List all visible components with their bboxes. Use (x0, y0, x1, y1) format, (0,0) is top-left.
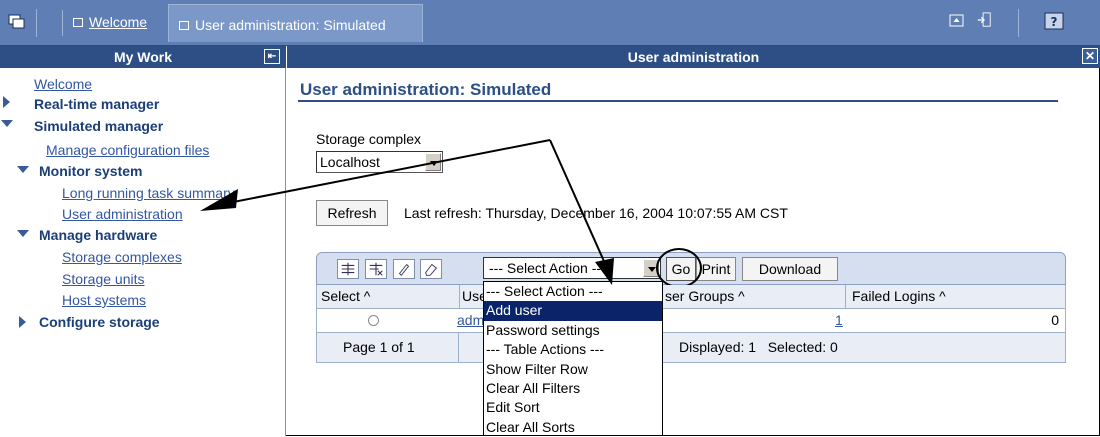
content-header-title: User administration (627, 49, 760, 65)
tab-page-icon (179, 21, 189, 30)
toolbar-divider (1018, 9, 1019, 37)
dropdown-option[interactable]: --- Select Action --- (484, 282, 662, 301)
title-divider (298, 100, 1058, 102)
column-header-user-groups[interactable]: ser Groups ^ (665, 288, 745, 304)
top-bar: Welcome User administration: Simulated ? (0, 0, 1100, 46)
table-header-row: Select ^ Use ser Groups ^ Failed Logins … (316, 285, 1066, 309)
dropdown-option-clear-all-sorts[interactable]: Clear All Sorts (484, 418, 662, 437)
nav-host-systems[interactable]: Host systems (62, 292, 146, 308)
nav-simulated-manager[interactable]: Simulated manager (34, 118, 163, 134)
storage-complex-value: Localhost (320, 154, 380, 170)
table-footer: Page 1 of 1 Displayed: 1 Selected: 0 (316, 333, 1066, 363)
tab-page-icon (73, 18, 83, 27)
collapse-arrow-icon[interactable] (17, 230, 29, 237)
close-icon[interactable]: ✕ (1082, 48, 1098, 64)
failed-logins-value: 0 (1051, 312, 1059, 328)
clear-icon[interactable] (420, 259, 442, 279)
windows-icon[interactable] (8, 14, 26, 30)
expand-arrow-icon[interactable] (19, 316, 26, 328)
nav-user-administration[interactable]: User administration (62, 206, 183, 222)
tab-welcome-label: Welcome (89, 14, 148, 30)
collapse-arrow-icon[interactable] (17, 166, 29, 173)
refresh-button[interactable]: Refresh (316, 200, 388, 226)
svg-text:?: ? (1051, 15, 1058, 29)
collapse-arrow-icon[interactable] (1, 120, 13, 127)
navigation-panel: Welcome Real-time manager Simulated mana… (0, 68, 286, 436)
nav-configure-storage[interactable]: Configure storage (39, 314, 160, 330)
expand-arrow-icon[interactable] (3, 96, 10, 108)
nav-storage-units[interactable]: Storage units (62, 271, 145, 287)
nav-welcome[interactable]: Welcome (34, 76, 92, 92)
dropdown-option-edit-sort[interactable]: Edit Sort (484, 398, 662, 417)
my-work-header: My Work ⇤ (0, 46, 286, 68)
nav-long-running-task-summary[interactable]: Long running task summary (62, 185, 235, 201)
nav-real-time-manager[interactable]: Real-time manager (34, 96, 159, 112)
tab-user-administration[interactable]: User administration: Simulated (168, 4, 423, 42)
storage-complex-select[interactable]: Localhost (316, 151, 443, 173)
user-groups-link[interactable]: 1 (835, 312, 843, 328)
nav-manage-configuration-files[interactable]: Manage configuration files (46, 142, 209, 158)
column-separator (845, 285, 846, 308)
dropdown-option[interactable]: --- Table Actions --- (484, 340, 662, 359)
page-title: User administration: Simulated (300, 80, 552, 99)
column-header-select[interactable]: Select ^ (321, 288, 370, 304)
column-header-failed-logins[interactable]: Failed Logins ^ (852, 288, 946, 304)
print-button[interactable]: Print (696, 257, 736, 281)
dropdown-option-show-filter-row[interactable]: Show Filter Row (484, 360, 662, 379)
last-refresh-text: Last refresh: Thursday, December 16, 200… (404, 205, 788, 221)
column-separator (459, 285, 460, 308)
nav-manage-hardware[interactable]: Manage hardware (39, 227, 157, 243)
dropdown-option-add-user[interactable]: Add user (484, 301, 662, 321)
row-select-radio[interactable] (368, 315, 379, 326)
select-action-dropdown[interactable]: --- Select Action --- (483, 257, 661, 279)
select-all-icon[interactable] (337, 259, 359, 279)
tab-welcome[interactable]: Welcome (62, 10, 157, 36)
chevron-down-icon[interactable] (425, 153, 441, 171)
logout-icon[interactable] (975, 12, 993, 28)
my-work-title: My Work (113, 49, 173, 65)
edit-icon[interactable] (393, 259, 415, 279)
help-icon[interactable]: ? (1044, 12, 1064, 30)
nav-storage-complexes[interactable]: Storage complexes (62, 249, 182, 265)
content-header: User administration ✕ (287, 46, 1100, 68)
nav-monitor-system[interactable]: Monitor system (39, 163, 142, 179)
dropdown-option-clear-all-filters[interactable]: Clear All Filters (484, 379, 662, 398)
select-action-value: --- Select Action --- (489, 260, 606, 276)
selection-status: Displayed: 1 Selected: 0 (679, 339, 838, 355)
action-dropdown-list: --- Select Action --- Add user Password … (483, 281, 663, 436)
table-row: adm 1 0 (316, 309, 1066, 333)
download-button[interactable]: Download (742, 257, 838, 281)
dropdown-option-password-settings[interactable]: Password settings (484, 321, 662, 340)
page-indicator: Page 1 of 1 (343, 339, 415, 355)
storage-complex-label: Storage complex (316, 131, 422, 147)
tab-user-administration-label: User administration: Simulated (195, 17, 386, 33)
maximize-icon[interactable] (948, 13, 966, 29)
collapse-panel-icon[interactable]: ⇤ (264, 49, 280, 64)
user-link[interactable]: adm (457, 312, 484, 328)
toolbar-divider (36, 9, 37, 37)
deselect-all-icon[interactable] (365, 259, 387, 279)
